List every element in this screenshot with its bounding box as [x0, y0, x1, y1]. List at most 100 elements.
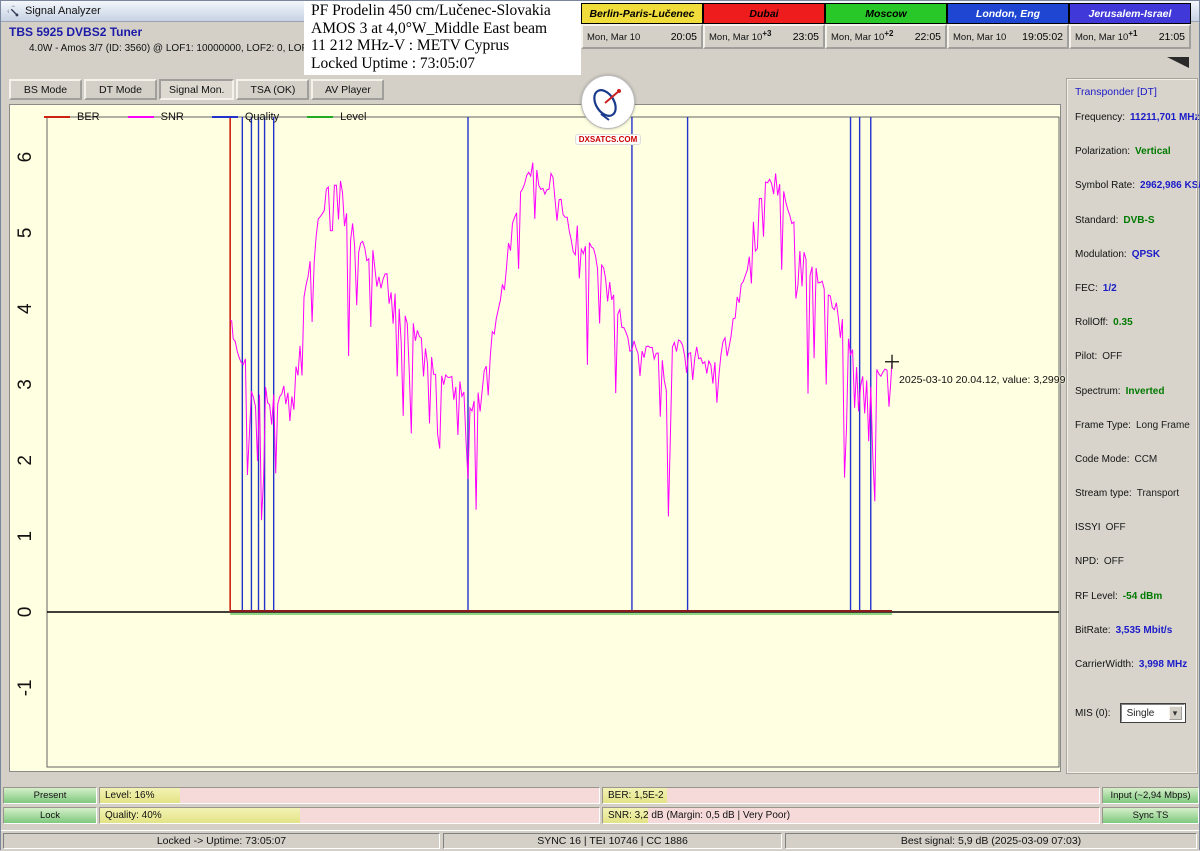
tp-row-standard: Standard: DVB-S [1075, 215, 1190, 227]
tp-value: OFF [1105, 522, 1126, 534]
tp-row-symbol-rate: Symbol Rate: 2962,986 KS/s [1075, 180, 1200, 192]
sync-ts-indicator: Sync TS [1102, 807, 1199, 824]
clock-date: Mon, Mar 10+2 [831, 29, 894, 44]
ber-swatch-icon [44, 116, 70, 118]
level-bar: Level: 16% [99, 787, 600, 804]
tp-label: NPD: [1075, 556, 1099, 568]
tp-value: CCM [1134, 453, 1158, 465]
tp-label: Standard: [1075, 214, 1119, 226]
mis-label: MIS (0): [1075, 707, 1111, 719]
snr-bar: SNR: 3,2 dB (Margin: 0,5 dB | Very Poor) [602, 807, 1100, 824]
tab-tsa[interactable]: TSA (OK) [236, 79, 310, 100]
svg-text:0: 0 [15, 607, 36, 618]
legend-quality: Quality [211, 111, 279, 123]
clock-city-label: Jerusalem-Israel [1069, 3, 1191, 24]
clock-jerusalem: Jerusalem-Israel Mon, Mar 10+1 21:05 [1069, 3, 1191, 49]
clock-dubai: Dubai Mon, Mar 10+3 23:05 [703, 3, 825, 49]
tp-value: 11211,701 MHz [1130, 112, 1200, 123]
tp-row-frequency: Frequency: 11211,701 MHz [1075, 112, 1200, 124]
tp-row-code-mode: Code Mode: CCM [1075, 454, 1190, 466]
tp-row-fec: FEC: 1/2 [1075, 283, 1190, 295]
mis-selected-value: Single [1126, 707, 1155, 719]
tp-row-carrier-width: CarrierWidth: 3,998 MHz [1075, 659, 1190, 671]
tp-label: RollOff: [1075, 317, 1109, 329]
clock-time-value: 22:05 [914, 30, 941, 43]
legend-ber: BER [44, 111, 100, 123]
tp-row-npd: NPD: OFF [1075, 556, 1190, 568]
tp-label: CarrierWidth: [1075, 659, 1134, 670]
snr-swatch-icon [127, 116, 154, 118]
clock-city-label: Dubai [703, 3, 825, 24]
tp-label: Modulation: [1075, 248, 1127, 260]
statusbar-sync-counters: SYNC 16 | TEI 10746 | CC 1886 [443, 833, 782, 849]
clock-time-value: 23:05 [792, 30, 819, 43]
tp-value: 0.35 [1113, 317, 1133, 329]
clock-london: London, Eng Mon, Mar 10 19:05:02 [947, 3, 1069, 49]
signal-chart[interactable]: 6 5 4 3 2 1 0 -1 [10, 105, 1062, 773]
clock-time-row: Mon, Mar 10 19:05:02 [947, 24, 1069, 49]
statusbar-uptime: Locked -> Uptime: 73:05:07 [3, 833, 440, 849]
tp-row-frame-type: Frame Type: Long Frame [1075, 420, 1190, 432]
statusbar-best-signal: Best signal: 5,9 dB (2025-03-09 07:03) [785, 833, 1197, 849]
tp-value: 1/2 [1102, 282, 1117, 294]
mode-tab-bar: BS Mode DT Mode Signal Mon. TSA (OK) AV … [9, 79, 385, 100]
tp-value: QPSK [1131, 248, 1161, 260]
present-indicator: Present [3, 787, 97, 804]
clock-city-label: Berlin-Paris-Lučenec [581, 3, 703, 24]
status-bar: Locked -> Uptime: 73:05:07 SYNC 16 | TEI… [1, 830, 1199, 851]
level-bar-text: Level: 16% [105, 790, 155, 801]
tp-row-polarization: Polarization: Vertical [1075, 146, 1190, 158]
clock-berlin: Berlin-Paris-Lučenec Mon, Mar 10 20:05 [581, 3, 703, 49]
chart-legend: BER SNR Quality Level [44, 111, 366, 123]
svg-text:1: 1 [15, 531, 36, 542]
tab-av-player[interactable]: AV Player [311, 79, 385, 100]
app-icon [7, 5, 19, 17]
clock-time-value: 21:05 [1158, 30, 1185, 43]
tp-value: OFF [1102, 351, 1123, 363]
tuner-subtitle: 4.0W - Amos 3/7 (ID: 3560) @ LOF1: 10000… [29, 43, 335, 54]
quality-swatch-icon [211, 116, 238, 118]
tp-value: DVB-S [1123, 214, 1155, 226]
tab-bs-mode[interactable]: BS Mode [9, 79, 82, 100]
annotation-box: PF Prodelin 450 cm/Lučenec-Slovakia AMOS… [304, 1, 581, 75]
tuner-title: TBS 5925 DVBS2 Tuner [9, 25, 143, 39]
pointer-icon [1167, 57, 1189, 68]
quality-bar-text: Quality: 40% [105, 810, 162, 821]
chevron-down-icon: ▾ [1168, 706, 1182, 720]
tp-value: OFF [1103, 556, 1124, 568]
svg-text:4: 4 [15, 303, 36, 314]
clock-time-value: 20:05 [670, 30, 697, 43]
tp-label: Spectrum: [1075, 385, 1121, 397]
annotation-line-4: Locked Uptime : 73:05:07 [311, 54, 476, 72]
mis-row: MIS (0): Single ▾ [1075, 703, 1186, 723]
tp-value: Vertical [1135, 146, 1171, 158]
ber-bar-text: BER: 1,5E-2 [608, 790, 664, 801]
tp-label: Polarization: [1075, 146, 1131, 158]
tp-value: Inverted [1125, 385, 1165, 397]
svg-text:-1: -1 [15, 679, 36, 696]
snr-bar-text: SNR: 3,2 dB (Margin: 0,5 dB | Very Poor) [608, 810, 791, 821]
legend-level: Level [307, 111, 366, 123]
clock-moscow: Moscow Mon, Mar 10+2 22:05 [825, 3, 947, 49]
signal-analyzer-window: Signal Analyzer TBS 5925 DVBS2 Tuner 4.0… [0, 0, 1200, 851]
clock-date: Mon, Mar 10+1 [1075, 29, 1138, 44]
mis-dropdown[interactable]: Single ▾ [1119, 703, 1186, 723]
lock-indicator: Lock [3, 807, 97, 824]
clock-time-row: Mon, Mar 10+1 21:05 [1069, 24, 1191, 49]
tab-dt-mode[interactable]: DT Mode [84, 79, 157, 100]
clock-time-value: 19:05:02 [1022, 30, 1063, 43]
logo-text: DXSATCS.COM [574, 134, 642, 145]
satellite-dish-icon [581, 75, 635, 129]
tp-row-issyi: ISSYI OFF [1075, 522, 1190, 534]
tp-label: FEC: [1075, 282, 1098, 294]
tab-signal-mon[interactable]: Signal Mon. [159, 79, 235, 100]
clock-city-label: Moscow [825, 3, 947, 24]
svg-text:5: 5 [15, 228, 36, 239]
ber-bar: BER: 1,5E-2 [602, 787, 1100, 804]
tp-value: -54 dBm [1122, 590, 1163, 602]
svg-text:6: 6 [15, 152, 36, 163]
tp-value: 2962,986 KS/s [1140, 180, 1200, 192]
tp-label: Stream type: [1075, 488, 1132, 500]
window-title: Signal Analyzer [25, 5, 101, 17]
tp-label: RF Level: [1075, 590, 1118, 602]
